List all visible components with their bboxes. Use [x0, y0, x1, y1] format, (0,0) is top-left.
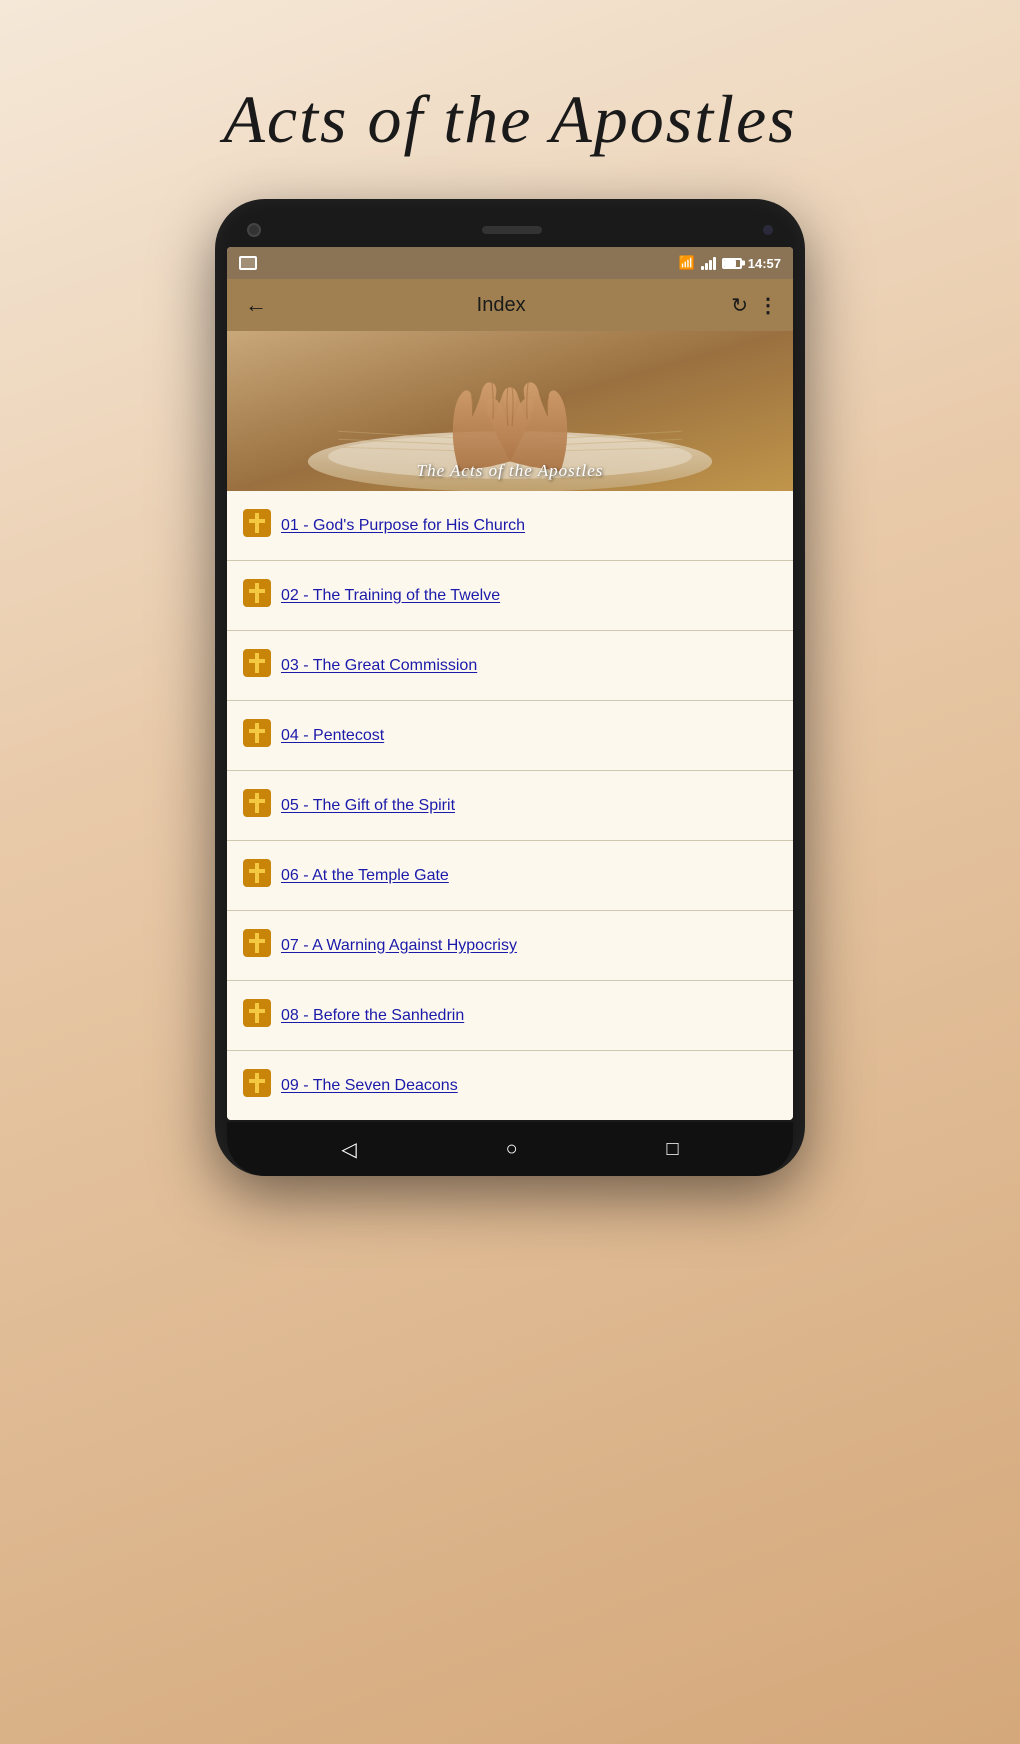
- phone-screen: 📶 14:57 ← Index ↻ ⋮: [227, 247, 793, 1120]
- status-right: 📶 14:57: [679, 255, 781, 271]
- cross-icon: [243, 509, 281, 542]
- item-label: 01 - God's Purpose for His Church: [281, 517, 525, 535]
- phone-bottom-bar: ◁ ○ □: [227, 1122, 793, 1176]
- list-item[interactable]: 01 - God's Purpose for His Church: [227, 491, 793, 561]
- battery-icon: [722, 258, 742, 269]
- index-list: 01 - God's Purpose for His Church 02 - T…: [227, 491, 793, 1120]
- item-label: 05 - The Gift of the Spirit: [281, 797, 455, 815]
- menu-button[interactable]: ⋮: [758, 293, 779, 318]
- list-item[interactable]: 06 - At the Temple Gate: [227, 841, 793, 911]
- hero-banner: The Acts of the Apostles: [227, 331, 793, 491]
- phone-top-bar: [227, 217, 793, 247]
- front-camera: [247, 223, 261, 237]
- list-item[interactable]: 05 - The Gift of the Spirit: [227, 771, 793, 841]
- list-item[interactable]: 07 - A Warning Against Hypocrisy: [227, 911, 793, 981]
- nav-recent-button[interactable]: □: [660, 1132, 684, 1167]
- clock: 14:57: [748, 256, 781, 271]
- notification-icon: [239, 256, 257, 270]
- cross-icon: [243, 579, 281, 612]
- item-label: 09 - The Seven Deacons: [281, 1077, 458, 1095]
- nav-back-button[interactable]: ◁: [335, 1131, 362, 1168]
- status-left: [239, 256, 257, 270]
- item-label: 02 - The Training of the Twelve: [281, 587, 500, 605]
- cross-icon: [243, 649, 281, 682]
- signal-bar-4: [713, 257, 716, 270]
- phone-speaker: [482, 226, 542, 234]
- cross-icon: [243, 1069, 281, 1102]
- list-item[interactable]: 03 - The Great Commission: [227, 631, 793, 701]
- status-bar: 📶 14:57: [227, 247, 793, 279]
- back-button[interactable]: ←: [241, 288, 271, 322]
- list-item[interactable]: 02 - The Training of the Twelve: [227, 561, 793, 631]
- phone-sensor: [763, 225, 773, 235]
- page-title: Acts of the Apostles: [223, 80, 796, 159]
- cross-icon: [243, 859, 281, 892]
- refresh-button[interactable]: ↻: [731, 293, 748, 318]
- cross-icon: [243, 929, 281, 962]
- list-item[interactable]: 09 - The Seven Deacons: [227, 1051, 793, 1120]
- item-label: 03 - The Great Commission: [281, 657, 477, 675]
- signal-bar-3: [709, 260, 712, 270]
- nav-home-button[interactable]: ○: [500, 1132, 524, 1167]
- signal-bars: [701, 256, 716, 270]
- wifi-icon: 📶: [679, 255, 695, 271]
- list-item[interactable]: 04 - Pentecost: [227, 701, 793, 771]
- item-label: 06 - At the Temple Gate: [281, 867, 449, 885]
- list-item[interactable]: 08 - Before the Sanhedrin: [227, 981, 793, 1051]
- hero-text: The Acts of the Apostles: [417, 461, 604, 481]
- item-label: 04 - Pentecost: [281, 727, 384, 745]
- item-label: 07 - A Warning Against Hypocrisy: [281, 937, 517, 955]
- signal-bar-2: [705, 263, 708, 270]
- cross-icon: [243, 789, 281, 822]
- cross-icon: [243, 719, 281, 752]
- cross-icon: [243, 999, 281, 1032]
- signal-bar-1: [701, 266, 704, 270]
- item-label: 08 - Before the Sanhedrin: [281, 1007, 464, 1025]
- phone-device: 📶 14:57 ← Index ↻ ⋮: [215, 199, 805, 1176]
- toolbar-title: Index: [281, 294, 721, 317]
- app-toolbar: ← Index ↻ ⋮: [227, 279, 793, 331]
